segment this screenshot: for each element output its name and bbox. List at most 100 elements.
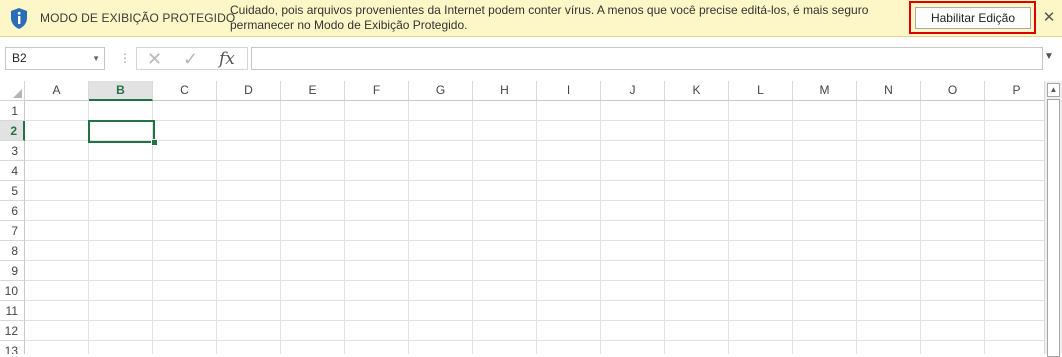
cell-p3[interactable] — [985, 141, 1044, 161]
cell-j13[interactable] — [601, 341, 665, 354]
cell-g1[interactable] — [409, 101, 473, 121]
cell-k11[interactable] — [665, 301, 729, 321]
cell-n11[interactable] — [857, 301, 921, 321]
expand-formula-bar-icon[interactable]: ▼ — [1044, 51, 1054, 62]
cell-d11[interactable] — [217, 301, 281, 321]
cell-b10[interactable] — [89, 281, 153, 301]
cell-l3[interactable] — [729, 141, 793, 161]
column-header-p[interactable]: P — [985, 81, 1044, 101]
cell-e5[interactable] — [281, 181, 345, 201]
cell-a5[interactable] — [25, 181, 89, 201]
cell-i7[interactable] — [537, 221, 601, 241]
cell-b8[interactable] — [89, 241, 153, 261]
cell-o2[interactable] — [921, 121, 985, 141]
cell-c10[interactable] — [153, 281, 217, 301]
cell-c5[interactable] — [153, 181, 217, 201]
cell-p4[interactable] — [985, 161, 1044, 181]
cell-i12[interactable] — [537, 321, 601, 341]
cell-i10[interactable] — [537, 281, 601, 301]
cell-e9[interactable] — [281, 261, 345, 281]
cell-l8[interactable] — [729, 241, 793, 261]
cell-h4[interactable] — [473, 161, 537, 181]
cell-d8[interactable] — [217, 241, 281, 261]
column-header-k[interactable]: K — [665, 81, 729, 101]
close-icon[interactable]: ✕ — [1042, 8, 1056, 28]
cell-f1[interactable] — [345, 101, 409, 121]
cell-e7[interactable] — [281, 221, 345, 241]
cell-a11[interactable] — [25, 301, 89, 321]
formula-input[interactable] — [251, 47, 1043, 70]
cell-c2[interactable] — [153, 121, 217, 141]
cancel-icon[interactable]: ✕ — [147, 49, 162, 69]
column-header-b[interactable]: B — [89, 81, 153, 101]
cell-l2[interactable] — [729, 121, 793, 141]
cell-f11[interactable] — [345, 301, 409, 321]
fill-handle[interactable] — [151, 139, 158, 146]
cell-j1[interactable] — [601, 101, 665, 121]
cell-g13[interactable] — [409, 341, 473, 354]
cell-l10[interactable] — [729, 281, 793, 301]
cell-f12[interactable] — [345, 321, 409, 341]
cell-d1[interactable] — [217, 101, 281, 121]
cell-e1[interactable] — [281, 101, 345, 121]
cell-o11[interactable] — [921, 301, 985, 321]
cell-b5[interactable] — [89, 181, 153, 201]
cell-e10[interactable] — [281, 281, 345, 301]
cell-i5[interactable] — [537, 181, 601, 201]
cell-m1[interactable] — [793, 101, 857, 121]
cell-n5[interactable] — [857, 181, 921, 201]
cell-i6[interactable] — [537, 201, 601, 221]
cell-c12[interactable] — [153, 321, 217, 341]
cell-j5[interactable] — [601, 181, 665, 201]
cell-g10[interactable] — [409, 281, 473, 301]
cell-n13[interactable] — [857, 341, 921, 354]
cell-m12[interactable] — [793, 321, 857, 341]
cell-o10[interactable] — [921, 281, 985, 301]
row-header-3[interactable]: 3 — [0, 141, 25, 161]
cell-k13[interactable] — [665, 341, 729, 354]
cell-o9[interactable] — [921, 261, 985, 281]
cell-b6[interactable] — [89, 201, 153, 221]
cell-j10[interactable] — [601, 281, 665, 301]
cell-d5[interactable] — [217, 181, 281, 201]
cell-a2[interactable] — [25, 121, 89, 141]
cell-a7[interactable] — [25, 221, 89, 241]
cell-m8[interactable] — [793, 241, 857, 261]
cell-h7[interactable] — [473, 221, 537, 241]
cell-g3[interactable] — [409, 141, 473, 161]
cell-a13[interactable] — [25, 341, 89, 354]
row-header-9[interactable]: 9 — [0, 261, 25, 281]
cell-c6[interactable] — [153, 201, 217, 221]
column-header-h[interactable]: H — [473, 81, 537, 101]
cell-k1[interactable] — [665, 101, 729, 121]
cell-h6[interactable] — [473, 201, 537, 221]
cell-n4[interactable] — [857, 161, 921, 181]
cell-n10[interactable] — [857, 281, 921, 301]
cell-c4[interactable] — [153, 161, 217, 181]
row-header-12[interactable]: 12 — [0, 321, 25, 341]
cell-m3[interactable] — [793, 141, 857, 161]
row-header-6[interactable]: 6 — [0, 201, 25, 221]
cell-p9[interactable] — [985, 261, 1044, 281]
cell-i11[interactable] — [537, 301, 601, 321]
cell-h5[interactable] — [473, 181, 537, 201]
cell-b7[interactable] — [89, 221, 153, 241]
cell-h11[interactable] — [473, 301, 537, 321]
row-header-7[interactable]: 7 — [0, 221, 25, 241]
column-header-i[interactable]: I — [537, 81, 601, 101]
cell-m4[interactable] — [793, 161, 857, 181]
cell-m6[interactable] — [793, 201, 857, 221]
cell-c8[interactable] — [153, 241, 217, 261]
cell-h2[interactable] — [473, 121, 537, 141]
cell-k12[interactable] — [665, 321, 729, 341]
cell-d3[interactable] — [217, 141, 281, 161]
cell-a1[interactable] — [25, 101, 89, 121]
cell-f7[interactable] — [345, 221, 409, 241]
cell-b1[interactable] — [89, 101, 153, 121]
select-all-corner[interactable] — [0, 81, 25, 101]
cell-b12[interactable] — [89, 321, 153, 341]
cell-l11[interactable] — [729, 301, 793, 321]
cell-g5[interactable] — [409, 181, 473, 201]
cell-n7[interactable] — [857, 221, 921, 241]
cell-a4[interactable] — [25, 161, 89, 181]
